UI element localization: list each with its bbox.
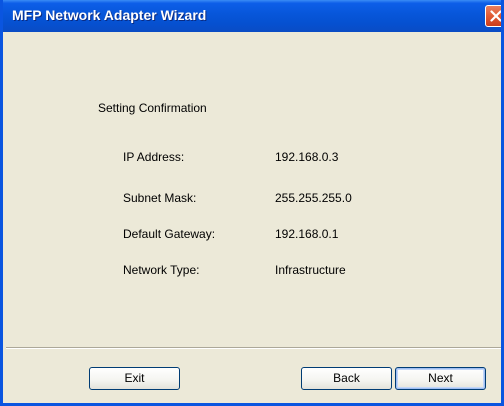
ip-address-value: 192.168.0.3 <box>275 150 339 164</box>
close-icon <box>490 10 501 22</box>
default-gateway-value: 192.168.0.1 <box>275 227 339 241</box>
subnet-mask-label: Subnet Mask: <box>123 191 197 205</box>
back-button[interactable]: Back <box>301 367 392 390</box>
window-title: MFP Network Adapter Wizard <box>12 7 207 23</box>
exit-button[interactable]: Exit <box>89 367 180 390</box>
ip-address-label: IP Address: <box>123 150 185 164</box>
button-separator <box>6 347 501 349</box>
default-gateway-label: Default Gateway: <box>123 227 216 241</box>
title-bar[interactable]: MFP Network Adapter Wizard <box>3 0 501 32</box>
next-button[interactable]: Next <box>395 367 486 390</box>
network-type-label: Network Type: <box>123 263 200 277</box>
subnet-mask-value: 255.255.255.0 <box>275 191 352 205</box>
section-heading: Setting Confirmation <box>98 101 207 115</box>
close-button[interactable] <box>485 5 501 27</box>
network-type-value: Infrastructure <box>275 263 346 277</box>
wizard-window: MFP Network Adapter Wizard Setting Confi… <box>0 0 504 406</box>
